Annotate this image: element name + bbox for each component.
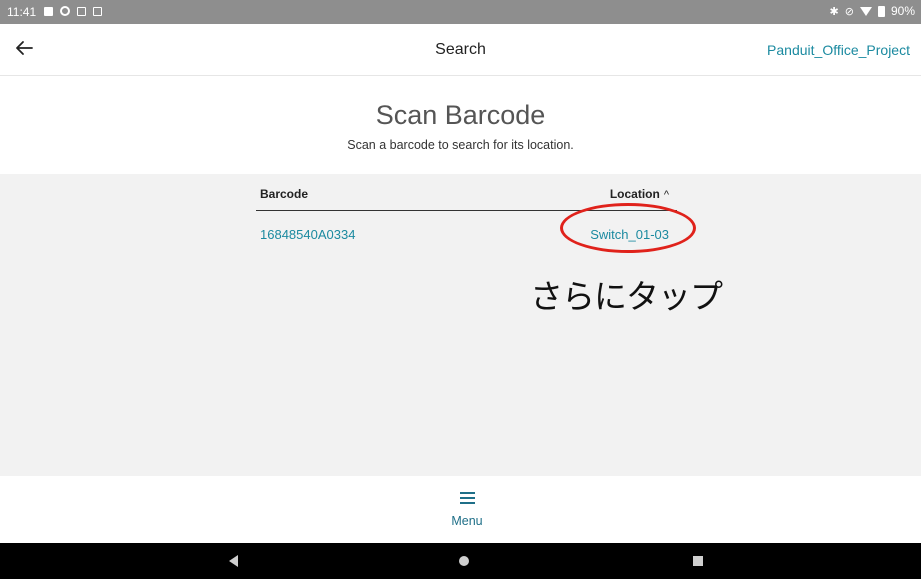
project-link[interactable]: Panduit_Office_Project [767, 42, 910, 58]
nav-home-icon[interactable] [459, 556, 469, 566]
page-subtitle: Scan a barcode to search for its locatio… [347, 138, 574, 152]
status-system-icons: ✱ ⊘ 90% [830, 4, 915, 18]
page-title: Scan Barcode [375, 100, 546, 130]
screen-icon [93, 6, 102, 16]
sort-ascending-icon: ^ [663, 189, 669, 201]
screen-icon [77, 6, 86, 16]
mute-icon: ⊘ [844, 5, 854, 18]
column-header-location[interactable]: Location ^ [610, 187, 669, 201]
hamburger-icon [459, 492, 475, 504]
column-header-barcode: Barcode [260, 187, 309, 201]
status-bar: 11:41 ✱ ⊘ 90% [0, 0, 921, 24]
wifi-icon [859, 6, 872, 16]
battery-icon [877, 5, 885, 17]
barcode-cell[interactable]: 16848540A0334 [260, 227, 355, 242]
menu-button[interactable]: Menu [440, 488, 494, 536]
settings-icon [60, 6, 70, 16]
nav-recents-icon[interactable] [693, 556, 703, 566]
results-area: Barcode Location ^ 16848540A0334 Switch_0… [0, 174, 921, 476]
status-notification-icons [44, 6, 102, 16]
nav-back-icon[interactable] [229, 555, 238, 567]
app-bar: Search Panduit_Office_Project [0, 24, 921, 76]
status-time: 11:41 [7, 5, 37, 19]
battery-percent: 90% [890, 4, 915, 18]
system-nav-bar [0, 543, 921, 579]
column-header-location-label: Location [609, 187, 660, 201]
bottom-menu-bar: Menu [0, 476, 921, 543]
bluetooth-icon: ✱ [829, 5, 839, 18]
image-icon [44, 6, 53, 16]
highlight-circle [560, 203, 696, 253]
annotation-text: さらにタップ [530, 277, 723, 316]
menu-label: Menu [451, 514, 483, 528]
